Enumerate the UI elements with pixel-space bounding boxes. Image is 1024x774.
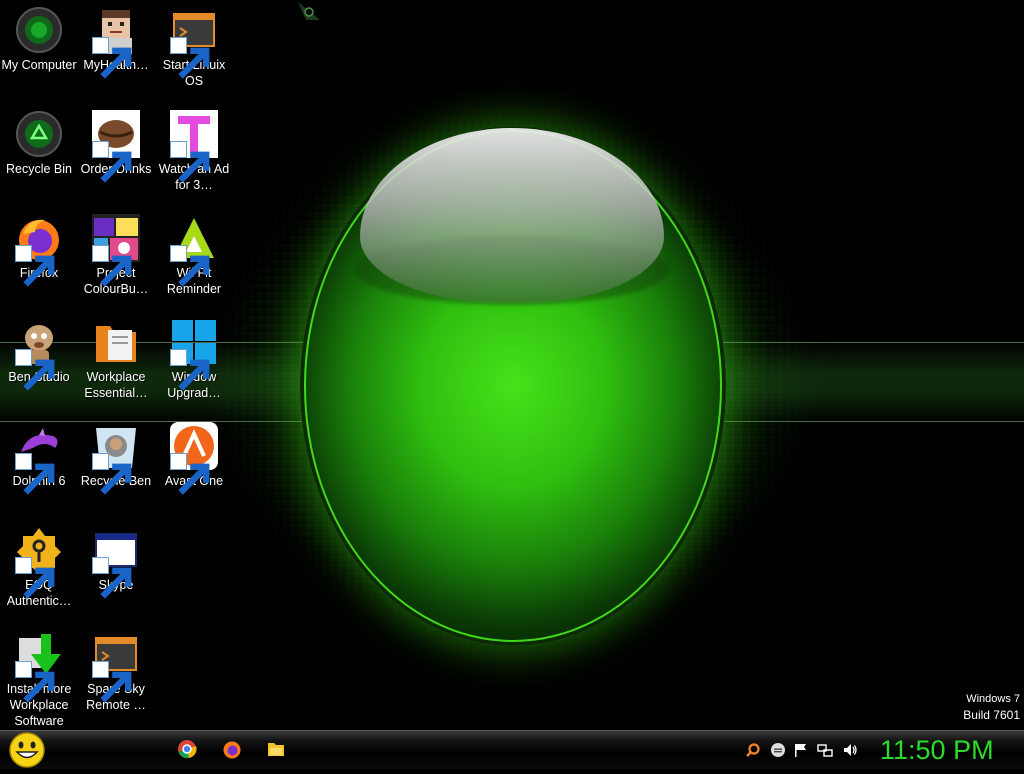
taskbar-explorer-button[interactable] [266, 739, 286, 759]
desktop-icon-recycle-ben[interactable]: Recycle Ben [77, 416, 155, 495]
coffee-bean-icon [92, 110, 140, 183]
taskbar-firefox-button[interactable] [222, 739, 242, 759]
linux-os-icon [170, 6, 218, 79]
shortcut-arrow-icon [15, 453, 55, 495]
shortcut-arrow-icon [92, 245, 132, 287]
shortcut-arrow-icon [92, 557, 132, 599]
shortcut-arrow-icon [15, 557, 55, 599]
shortcut-arrow-icon [170, 453, 210, 495]
windows-build-text: Build 7601 [963, 708, 1020, 722]
smiley-start-icon [9, 732, 45, 768]
wii-fit-icon [170, 214, 218, 287]
desktop-icon-recycle-bin[interactable]: Recycle Bin [0, 104, 78, 177]
tray-search-button[interactable] [745, 742, 761, 758]
volume-icon [844, 744, 857, 756]
taskbar: 11:50 PM [0, 730, 1024, 769]
tray-status-button[interactable] [770, 742, 786, 758]
key-badge-icon [15, 526, 63, 599]
shortcut-arrow-icon [15, 245, 55, 287]
taskbar-clock[interactable]: 11:50 PM [880, 734, 994, 766]
taskbar-chrome-button[interactable] [177, 739, 197, 759]
my-computer-icon [15, 6, 63, 54]
desktop-icon-firefox[interactable]: Firefox [0, 208, 78, 287]
workplace-folder-icon [92, 318, 140, 366]
start-button[interactable] [8, 731, 46, 769]
recycle-ben-icon [92, 422, 140, 495]
shortcut-arrow-icon [170, 245, 210, 287]
windows-version-text: Windows 7 [966, 693, 1020, 705]
recycle-bin-icon [15, 110, 63, 158]
desktop-icon-label: Workplace Essential… [84, 370, 148, 400]
remote-terminal-icon [92, 630, 140, 703]
shortcut-arrow-icon [92, 141, 132, 183]
shortcut-arrow-icon [170, 141, 210, 183]
desktop-icon-skype[interactable]: Skype [77, 520, 155, 599]
file-explorer-icon [268, 743, 284, 756]
shortcut-arrow-icon [92, 37, 132, 79]
desktop-icon-start-linuix[interactable]: Start Linuix OS [155, 0, 233, 89]
ben-dog-icon [15, 318, 63, 391]
myhealth-icon [92, 6, 140, 79]
desktop-icon-order-drinks[interactable]: Order Drinks [77, 104, 155, 183]
desktop-icon-wii-fit[interactable]: Wii Fit Reminder [155, 208, 233, 297]
desktop-icon-myhealth[interactable]: MyHealth… [77, 0, 155, 79]
shortcut-arrow-icon [15, 349, 55, 391]
tray-action-center-button[interactable] [793, 742, 809, 758]
shortcut-arrow-icon [15, 661, 55, 703]
windows-logo-icon [170, 318, 218, 391]
avast-icon [170, 422, 218, 495]
network-icon [817, 744, 833, 757]
desktop-icon-avast-one[interactable]: Avast One [155, 416, 233, 495]
flag-icon [795, 744, 806, 757]
firefox-icon [15, 214, 63, 287]
colour-collage-icon [92, 214, 140, 287]
desktop-icon-label: Recycle Bin [6, 162, 72, 176]
ad-t-icon [170, 110, 218, 183]
desktop-icon-my-computer[interactable]: My Computer [0, 0, 78, 73]
desktop-icon-eoq-authentic[interactable]: EOQ Authentic… [0, 520, 78, 609]
desktop-icon-project-colourbu[interactable]: Project ColourBu… [77, 208, 155, 297]
search-icon [746, 743, 760, 757]
skype-window-icon [92, 526, 140, 599]
desktop-icon-dolphin[interactable]: Dolphin 6 [0, 416, 78, 495]
desktop-icon-ben-studio[interactable]: Ben Studio [0, 312, 78, 391]
desktop-icon-spare-sky-remote[interactable]: Spare Sky Remote … [77, 624, 155, 713]
shortcut-arrow-icon [92, 661, 132, 703]
alien-eye-icon [296, 0, 322, 22]
windows-version-badge: Windows 7 Build 7601 [963, 692, 1020, 724]
desktop-icon-watch-ad[interactable]: Watch an Ad for 3… [155, 104, 233, 193]
desktop: My Computer Recycle Bin Firefox Ben Stud… [0, 0, 1024, 730]
install-arrow-icon [15, 630, 63, 703]
tray-network-button[interactable] [817, 742, 833, 758]
dolphin-icon [15, 422, 63, 495]
shortcut-arrow-icon [170, 349, 210, 391]
desktop-icon-install-workplace[interactable]: Install more Workplace Software [0, 624, 78, 729]
chrome-icon [178, 740, 197, 759]
tray-volume-button[interactable] [842, 742, 858, 758]
desktop-icon-label: My Computer [1, 58, 77, 72]
minus-circle-icon [771, 743, 785, 757]
firefox-icon [223, 741, 241, 759]
desktop-icon-workplace-essential[interactable]: Workplace Essential… [77, 312, 155, 401]
shortcut-arrow-icon [92, 453, 132, 495]
shortcut-arrow-icon [170, 37, 210, 79]
desktop-icon-window-upgrade[interactable]: Window Upgrad… [155, 312, 233, 401]
